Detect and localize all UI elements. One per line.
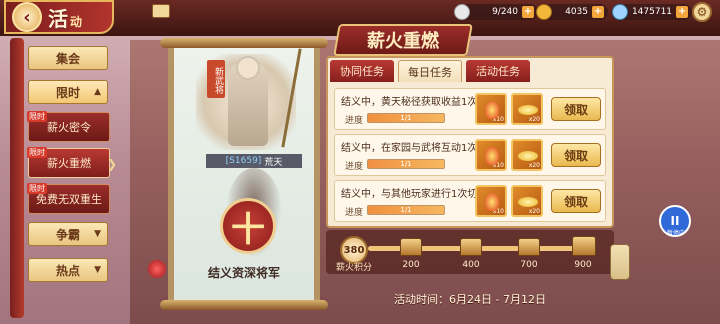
limited-tag: 限时 — [27, 183, 47, 194]
menu-item-label: 薪火密令 — [47, 121, 91, 134]
silver-icon — [454, 4, 470, 20]
resource-jade-value: 1475711 — [631, 7, 673, 17]
menu-button-label: 限时 — [55, 85, 80, 100]
resource-silver: 9/240 + — [454, 4, 538, 20]
gold-ingot-reward-icon[interactable]: x20 — [511, 139, 543, 171]
scroll-rod-top — [160, 38, 328, 48]
progress-bar: 1/1 — [367, 159, 445, 169]
resource-jade: 1475711 + — [612, 4, 692, 20]
fire-reward-icon[interactable]: x10 — [475, 93, 507, 125]
menu-button-gathering[interactable]: 集会 — [28, 46, 108, 70]
reward-count: x20 — [528, 116, 540, 123]
task-description: 结义中，黄天秘径获取收益1次 — [341, 97, 478, 108]
menu-rail — [10, 38, 24, 318]
pause-label: 暂停中 — [666, 230, 685, 237]
tab-event[interactable]: 活动任务 — [466, 60, 530, 82]
lantern-decoration — [610, 244, 630, 280]
scroll-rod-bottom — [160, 300, 328, 310]
progress-text: 1/1 — [400, 206, 412, 214]
page-title: 活 — [48, 6, 68, 31]
gold-icon — [536, 4, 552, 20]
settings-gear-icon[interactable]: ⚙ — [692, 2, 712, 22]
chevron-down-icon: ▼ — [94, 229, 101, 239]
claim-button[interactable]: 领取 — [551, 189, 601, 213]
progress-label: 进度 — [345, 208, 364, 218]
task-description: 结义中，与其他玩家进行1次切磋 — [341, 189, 488, 200]
score-label: 薪火积分 — [336, 263, 373, 273]
milestone-label: 400 — [462, 260, 480, 270]
task-row: 结义中，在家园与武将互动1次 进度 1/1 x10 x20 领取 — [334, 134, 606, 176]
gold-ingot-reward-icon[interactable]: x20 — [511, 93, 543, 125]
progress-bar: 1/1 — [367, 205, 445, 215]
limited-tag: 限时 — [27, 147, 47, 158]
menu-button-label: 争霸 — [55, 227, 80, 242]
menu-button-label: 热点 — [55, 263, 80, 278]
limited-tag: 限时 — [27, 111, 47, 122]
new-hero-tag: 新武将 — [207, 60, 225, 98]
menu-item-free-rebirth[interactable]: 限时 免费无双重生 — [27, 183, 110, 214]
gold-ingot-reward-icon[interactable]: x20 — [511, 185, 543, 217]
milestone-label: 200 — [402, 260, 420, 270]
fire-reward-icon[interactable]: x10 — [475, 139, 507, 171]
resource-silver-value: 9/240 — [492, 7, 518, 17]
add-gold-button[interactable]: + — [592, 6, 604, 18]
menu-button-label: 集会 — [55, 51, 80, 66]
progress-text: 1/1 — [400, 160, 412, 168]
task-tabs: 协同任务 每日任务 活动任务 — [330, 60, 530, 82]
hero-head — [236, 56, 260, 80]
hero-level: [S1659] — [225, 156, 262, 166]
menu-item-fire-rekindle[interactable]: 限时 薪火重燃 ❯ — [27, 147, 117, 178]
progress-text: 1/1 — [400, 114, 412, 122]
event-time: 活动时间：6月24日 - 7月12日 — [394, 293, 546, 306]
add-jade-button[interactable]: + — [676, 6, 688, 18]
plus-icon: 十 — [231, 209, 265, 250]
menu-button-limited[interactable]: 限时 ▲ — [28, 80, 108, 104]
menu-item-fire-order[interactable]: 限时 薪火密令 — [27, 111, 110, 142]
milestone-label: 900 — [574, 260, 592, 270]
mail-icon[interactable] — [152, 4, 170, 18]
task-row: 结义中，与其他玩家进行1次切磋 进度 1/1 x10 x20 领取 — [334, 180, 606, 222]
menu-button-contend[interactable]: 争霸 ▼ — [28, 222, 108, 246]
back-arrow-icon: ‹ — [12, 2, 42, 32]
chevron-up-icon: ▲ — [94, 87, 101, 97]
resource-gold-value: 4035 — [565, 7, 588, 17]
reward-count: x20 — [528, 162, 540, 169]
resource-gold: 4035 + — [536, 4, 608, 20]
claim-button[interactable]: 领取 — [551, 97, 601, 121]
reward-chest-icon[interactable] — [518, 238, 540, 256]
menu-item-label: 薪火重燃 — [47, 157, 91, 170]
reward-count: x10 — [492, 116, 504, 123]
tab-daily[interactable]: 每日任务 — [398, 60, 462, 82]
hero-name-plate: [S1659] 荒天 — [206, 154, 302, 168]
progress-label: 进度 — [345, 116, 364, 126]
claim-button[interactable]: 领取 — [551, 143, 601, 167]
add-partner-button[interactable]: 十 — [220, 198, 276, 254]
reward-chest-icon[interactable] — [572, 236, 596, 256]
page-title-sub: 动 — [70, 14, 83, 29]
add-silver-button[interactable]: + — [522, 6, 534, 18]
reward-chest-icon[interactable] — [460, 238, 482, 256]
progress-label: 进度 — [345, 162, 364, 172]
panel-title: 薪火重燃 — [367, 31, 439, 52]
chevron-down-icon: ▼ — [94, 265, 101, 275]
lucky-bag-icon[interactable] — [148, 260, 166, 278]
reward-count: x20 — [528, 208, 540, 215]
hero-name: 荒天 — [264, 157, 283, 168]
reward-count: x10 — [492, 208, 504, 215]
reward-count: x10 — [492, 162, 504, 169]
hero-caption: 结义资深将军 — [207, 266, 280, 280]
task-row: 结义中，黄天秘径获取收益1次 进度 1/1 x10 x20 领取 — [334, 88, 606, 130]
milestone-label: 700 — [520, 260, 538, 270]
selected-arrow-icon: ❯ — [106, 157, 117, 171]
progress-bar: 1/1 — [367, 113, 445, 123]
reward-chest-icon[interactable] — [400, 238, 422, 256]
tab-cooperative[interactable]: 协同任务 — [330, 60, 394, 82]
back-button[interactable]: ‹ 活 动 — [4, 0, 114, 34]
fire-reward-icon[interactable]: x10 — [475, 185, 507, 217]
task-description: 结义中，在家园与武将互动1次 — [341, 143, 478, 154]
menu-button-hot[interactable]: 热点 ▼ — [28, 258, 108, 282]
jade-icon — [612, 4, 628, 20]
